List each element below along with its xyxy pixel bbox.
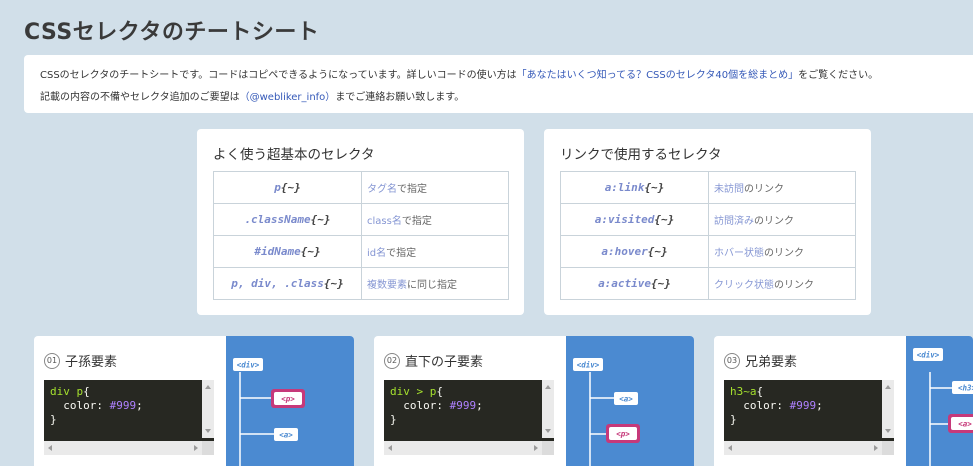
vertical-scrollbar[interactable] xyxy=(542,380,554,438)
selector-code[interactable]: a:active{~} xyxy=(560,267,709,300)
scroll-down-icon[interactable] xyxy=(885,429,891,433)
tree-node-1: <a> xyxy=(619,395,633,404)
scroll-left-icon[interactable] xyxy=(388,445,392,451)
scroll-down-icon[interactable] xyxy=(545,429,551,433)
code-block[interactable]: h3~a{ color: #999; } xyxy=(724,380,894,455)
horizontal-scrollbar[interactable] xyxy=(384,441,554,455)
example-card-01: 01 子孫要素 div p{ color: #999; } <div> <p> … xyxy=(34,336,354,466)
selector-code[interactable]: p, div, .class{~} xyxy=(213,267,362,300)
card-title: よく使う超基本のセレクタ xyxy=(213,147,375,163)
number-badge: 02 xyxy=(384,352,400,369)
intro-line-2: 記載の内容の不備やセレクタ追加のご要望は（@webliker_info）までご連… xyxy=(40,87,957,109)
example-title: 直下の子要素 xyxy=(405,355,484,370)
tree-node-1: <p> xyxy=(281,395,295,404)
example-title: 兄弟要素 xyxy=(745,355,798,370)
scroll-left-icon[interactable] xyxy=(48,445,52,451)
scroll-down-icon[interactable] xyxy=(205,429,211,433)
tree-node-2: <a> xyxy=(958,420,972,429)
example-card-02: 02 直下の子要素 div > p{ color: #999; } <div> … xyxy=(374,336,694,466)
page-title: CSSセレクタのチートシート xyxy=(24,20,320,45)
selector-desc: 訪問済みのリンク xyxy=(708,203,856,236)
selector-desc: class名で指定 xyxy=(361,203,509,236)
code-block[interactable]: div p{ color: #999; } xyxy=(44,380,214,455)
dom-tree-diagram: <div> <p> <a> xyxy=(226,336,354,466)
selector-desc: 複数要素に同じ指定 xyxy=(361,267,509,300)
selector-code[interactable]: #idName{~} xyxy=(213,235,362,268)
example-card-03: 03 兄弟要素 h3~a{ color: #999; } <div> <h3> … xyxy=(714,336,973,466)
example-title: 子孫要素 xyxy=(65,355,118,370)
dom-tree-diagram: <div> <h3> <a> xyxy=(906,336,973,466)
table-row[interactable]: a:hover{~} ホバー状態のリンク xyxy=(560,235,856,268)
scroll-up-icon[interactable] xyxy=(545,385,551,389)
code-block[interactable]: div > p{ color: #999; } xyxy=(384,380,554,455)
link-selectors-card: リンクで使用するセレクタ a:link{~} 未訪問のリンク a:visited… xyxy=(544,129,871,315)
selector-code[interactable]: a:visited{~} xyxy=(560,203,709,236)
tree-node-2: <a> xyxy=(279,431,293,440)
scroll-up-icon[interactable] xyxy=(205,385,211,389)
selector-code[interactable]: a:link{~} xyxy=(560,171,709,204)
vertical-scrollbar[interactable] xyxy=(882,380,894,438)
vertical-scrollbar[interactable] xyxy=(202,380,214,438)
scroll-left-icon[interactable] xyxy=(728,445,732,451)
selector-code[interactable]: p{~} xyxy=(213,171,362,204)
selector-desc: 未訪問のリンク xyxy=(708,171,856,204)
intro-text: CSSのセレクタのチートシートです。コードはコピペできるようになっています。詳し… xyxy=(40,70,517,81)
table-row[interactable]: a:visited{~} 訪問済みのリンク xyxy=(560,203,856,236)
intro-text: までご連絡お願い致します。 xyxy=(335,92,465,103)
scroll-right-icon[interactable] xyxy=(534,445,538,451)
table-row[interactable]: .className{~} class名で指定 xyxy=(213,203,509,236)
selector-code[interactable]: .className{~} xyxy=(213,203,362,236)
selector-desc: タグ名で指定 xyxy=(361,171,509,204)
twitter-link[interactable]: （@webliker_info） xyxy=(240,92,336,103)
scroll-right-icon[interactable] xyxy=(194,445,198,451)
table-row[interactable]: #idName{~} id名で指定 xyxy=(213,235,509,268)
intro-line-1: CSSのセレクタのチートシートです。コードはコピペできるようになっています。詳し… xyxy=(40,65,957,87)
selector-desc: id名で指定 xyxy=(361,235,509,268)
selector-table: p{~} タグ名で指定 .className{~} class名で指定 #idN… xyxy=(213,171,509,300)
selector-table: a:link{~} 未訪問のリンク a:visited{~} 訪問済みのリンク … xyxy=(560,171,856,300)
basic-selectors-card: よく使う超基本のセレクタ p{~} タグ名で指定 .className{~} c… xyxy=(197,129,524,315)
scroll-up-icon[interactable] xyxy=(885,385,891,389)
tree-svg: <div> <h3> <a> xyxy=(913,348,973,466)
table-row[interactable]: p, div, .class{~} 複数要素に同じ指定 xyxy=(213,267,509,300)
number-badge: 01 xyxy=(44,352,60,369)
article-link[interactable]: 「あなたはいくつ知ってる？CSSのセレクタ40個を総まとめ」 xyxy=(517,70,799,81)
selector-code[interactable]: a:hover{~} xyxy=(560,235,709,268)
selector-desc: クリック状態のリンク xyxy=(708,267,856,300)
scroll-right-icon[interactable] xyxy=(874,445,878,451)
card-title: リンクで使用するセレクタ xyxy=(560,147,722,163)
selector-desc: ホバー状態のリンク xyxy=(708,235,856,268)
tree-node-root: <div> xyxy=(577,361,600,370)
tree-node-2: <p> xyxy=(616,430,630,439)
tree-node-root: <div> xyxy=(237,361,260,370)
horizontal-scrollbar[interactable] xyxy=(724,441,894,455)
intro-box: CSSのセレクタのチートシートです。コードはコピペできるようになっています。詳し… xyxy=(24,55,973,113)
tree-svg: <div> <p> <a> xyxy=(233,358,305,466)
intro-text: 記載の内容の不備やセレクタ追加のご要望は xyxy=(40,92,240,103)
number-badge: 03 xyxy=(724,352,740,369)
horizontal-scrollbar[interactable] xyxy=(44,441,214,455)
dom-tree-diagram: <div> <a> <p> xyxy=(566,336,694,466)
tree-svg: <div> <a> <p> xyxy=(573,358,640,466)
intro-text: をご覧ください。 xyxy=(798,70,879,81)
table-row[interactable]: p{~} タグ名で指定 xyxy=(213,171,509,204)
example-header: 03 兄弟要素 xyxy=(724,351,797,370)
tree-node-1: <h3> xyxy=(958,384,973,393)
example-header: 02 直下の子要素 xyxy=(384,351,483,370)
table-row[interactable]: a:link{~} 未訪問のリンク xyxy=(560,171,856,204)
tree-node-root: <div> xyxy=(917,351,940,360)
table-row[interactable]: a:active{~} クリック状態のリンク xyxy=(560,267,856,300)
example-header: 01 子孫要素 xyxy=(44,351,117,370)
